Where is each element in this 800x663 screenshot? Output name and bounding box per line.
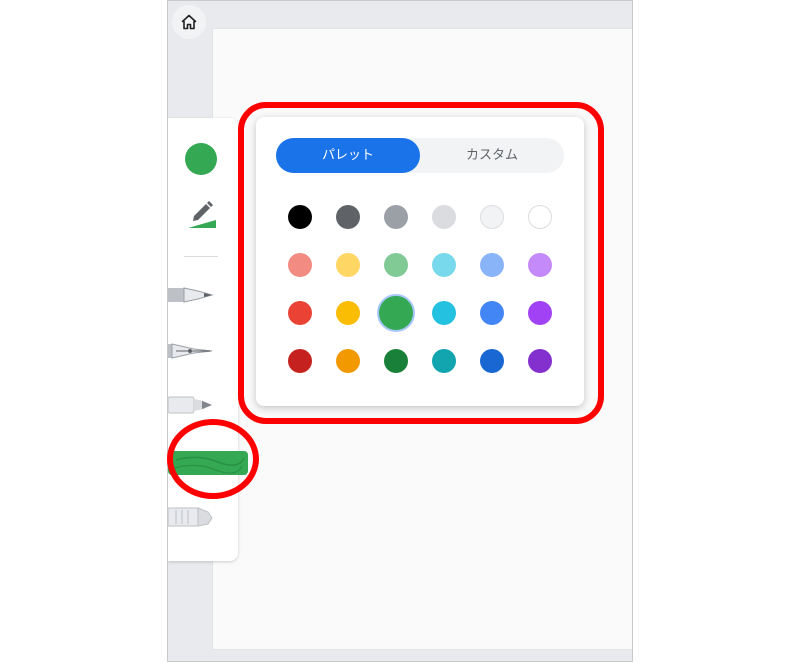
color-swatch[interactable] [384, 349, 408, 373]
color-swatch[interactable] [288, 349, 312, 373]
pencil-width-icon [188, 201, 216, 228]
pen-icon [168, 287, 214, 303]
color-picker-popover: パレット カスタム [256, 117, 584, 406]
color-swatch[interactable] [528, 253, 552, 277]
current-color-button[interactable] [185, 143, 217, 175]
tool-panel [168, 118, 248, 561]
stroke-width-button[interactable] [186, 198, 218, 230]
marker-icon [168, 396, 212, 414]
tab-custom[interactable]: カスタム [420, 138, 564, 173]
color-swatch[interactable] [288, 205, 312, 229]
color-swatch[interactable] [480, 205, 504, 229]
color-swatch[interactable] [528, 205, 552, 229]
color-swatch[interactable] [432, 205, 456, 229]
color-swatch[interactable] [480, 253, 504, 277]
color-swatch[interactable] [384, 253, 408, 277]
color-swatch[interactable] [480, 301, 504, 325]
eraser-icon [168, 507, 213, 527]
color-swatch[interactable] [288, 301, 312, 325]
color-swatch[interactable] [336, 205, 360, 229]
color-swatch[interactable] [480, 349, 504, 373]
color-swatch[interactable] [528, 301, 552, 325]
highlighter-tool[interactable] [168, 448, 248, 478]
color-swatch-grid [288, 205, 552, 373]
color-swatch[interactable] [288, 253, 312, 277]
tool-divider [184, 256, 218, 257]
color-swatch[interactable] [336, 301, 360, 325]
color-swatch[interactable] [528, 349, 552, 373]
home-button[interactable] [172, 5, 206, 39]
eraser-tool[interactable] [168, 504, 216, 530]
palette-mode-toggle: パレット カスタム [276, 138, 564, 173]
color-swatch[interactable] [336, 349, 360, 373]
screenshot-stage: パレット カスタム [0, 0, 800, 663]
marker-tool[interactable] [168, 390, 216, 420]
color-swatch[interactable] [384, 205, 408, 229]
fountain-pen-tool[interactable] [168, 338, 216, 364]
color-swatch[interactable] [377, 294, 415, 332]
highlighter-icon [168, 451, 248, 475]
home-icon [181, 14, 197, 30]
fountain-pen-icon [168, 343, 213, 359]
tab-palette[interactable]: パレット [276, 138, 420, 173]
color-swatch[interactable] [336, 253, 360, 277]
color-swatch[interactable] [432, 253, 456, 277]
pen-tool[interactable] [168, 282, 216, 308]
color-swatch[interactable] [432, 349, 456, 373]
color-swatch[interactable] [432, 301, 456, 325]
